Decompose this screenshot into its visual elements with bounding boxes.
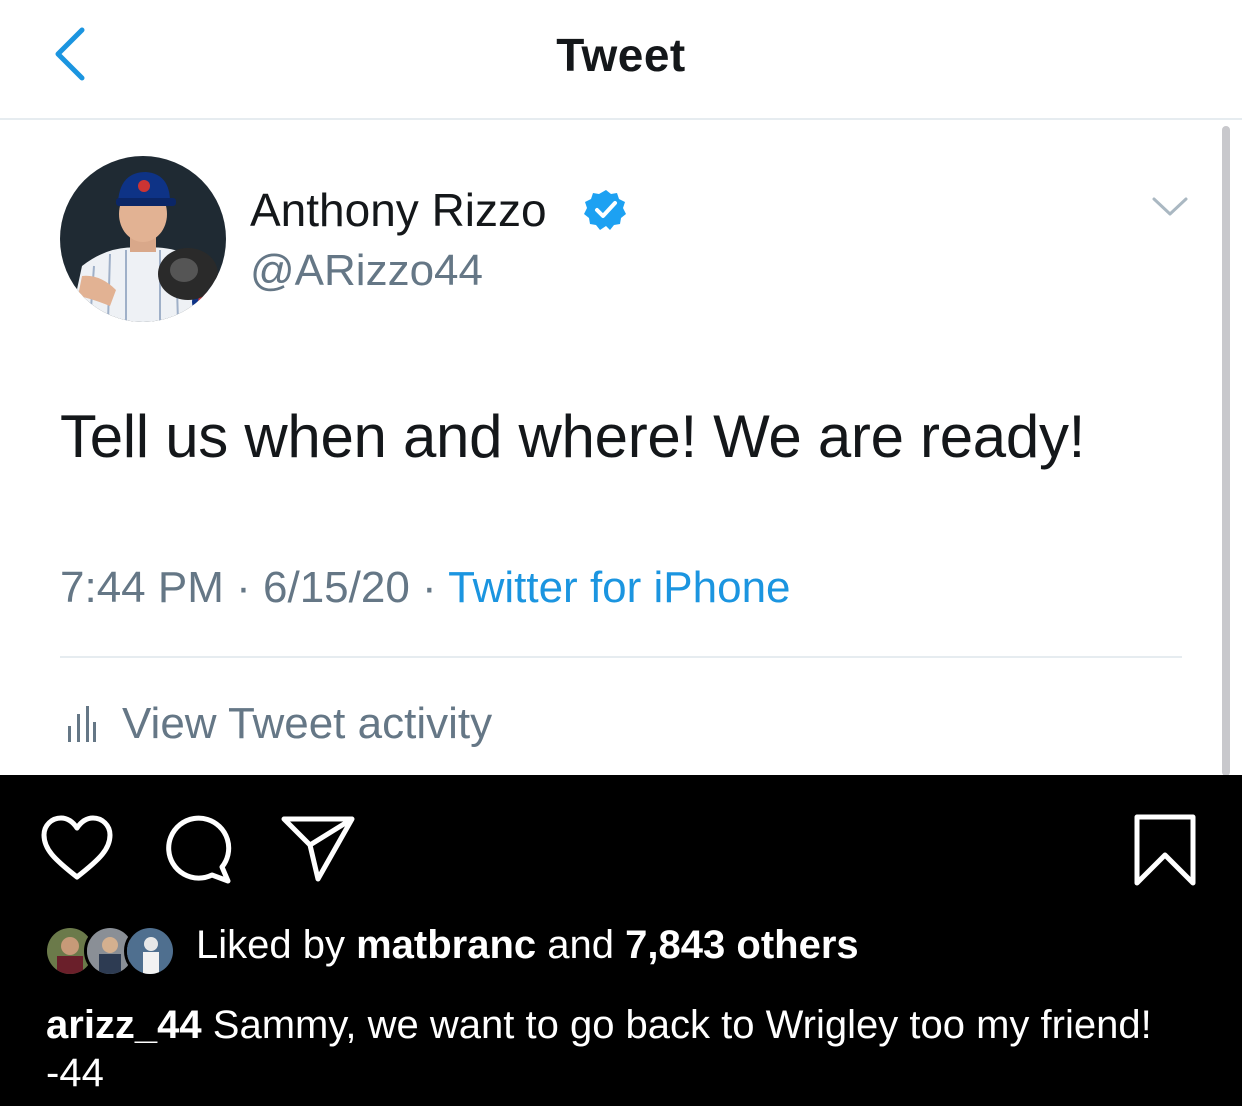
scrollbar[interactable]: [1222, 126, 1230, 775]
caption-username[interactable]: arizz_44: [46, 1003, 202, 1047]
tweet-date: 6/15/20: [263, 563, 410, 612]
liked-and: and: [547, 923, 615, 967]
divider: [60, 656, 1182, 658]
verified-badge-icon: [584, 188, 628, 232]
like-button[interactable]: [40, 815, 114, 883]
tweet-screenshot: Tweet Anthony Rizzo @ARizzo44 Tell us wh…: [0, 0, 1242, 775]
liker-avatar: [124, 925, 176, 977]
meta-separator: ·: [422, 563, 437, 612]
comment-icon: [166, 815, 232, 884]
liked-others-link[interactable]: 7,843 others: [625, 923, 858, 967]
bookmark-icon: [1134, 814, 1196, 886]
instagram-post-footer: Liked by matbranc and 7,843 others arizz…: [0, 775, 1242, 1106]
page-title: Tweet: [556, 29, 686, 81]
tweet-header: Tweet: [0, 0, 1242, 120]
liked-by-avatars[interactable]: [44, 925, 180, 977]
heart-icon: [41, 815, 113, 880]
tweet-time: 7:44 PM: [60, 563, 224, 612]
caption-text: Sammy, we want to go back to Wrigley too…: [46, 1003, 1152, 1095]
share-button[interactable]: [280, 813, 356, 883]
tweet-options-button[interactable]: [1148, 190, 1192, 224]
save-button[interactable]: [1132, 813, 1198, 887]
activity-label: View Tweet activity: [122, 699, 493, 748]
chevron-down-icon: [1152, 197, 1188, 216]
likes-summary[interactable]: Liked by matbranc and 7,843 others: [196, 923, 859, 968]
tweet-text: Tell us when and where! We are ready!: [60, 403, 1086, 470]
author-handle[interactable]: @ARizzo44: [250, 246, 483, 296]
author-name[interactable]: Anthony Rizzo: [250, 183, 547, 237]
tweet-source-link[interactable]: Twitter for iPhone: [448, 563, 790, 612]
bar-chart-icon: [68, 706, 96, 742]
view-tweet-activity-button[interactable]: View Tweet activity: [66, 694, 492, 754]
profile-photo: [60, 156, 226, 322]
comment-button[interactable]: [162, 815, 234, 887]
post-caption: arizz_44 Sammy, we want to go back to Wr…: [46, 1001, 1206, 1097]
tweet-meta: 7:44 PM · 6/15/20 · Twitter for iPhone: [60, 563, 791, 613]
avatar[interactable]: [60, 156, 226, 322]
liked-user-link[interactable]: matbranc: [356, 923, 536, 967]
liked-prefix: Liked by: [196, 923, 345, 967]
meta-separator: ·: [236, 563, 251, 612]
share-icon: [281, 816, 355, 882]
